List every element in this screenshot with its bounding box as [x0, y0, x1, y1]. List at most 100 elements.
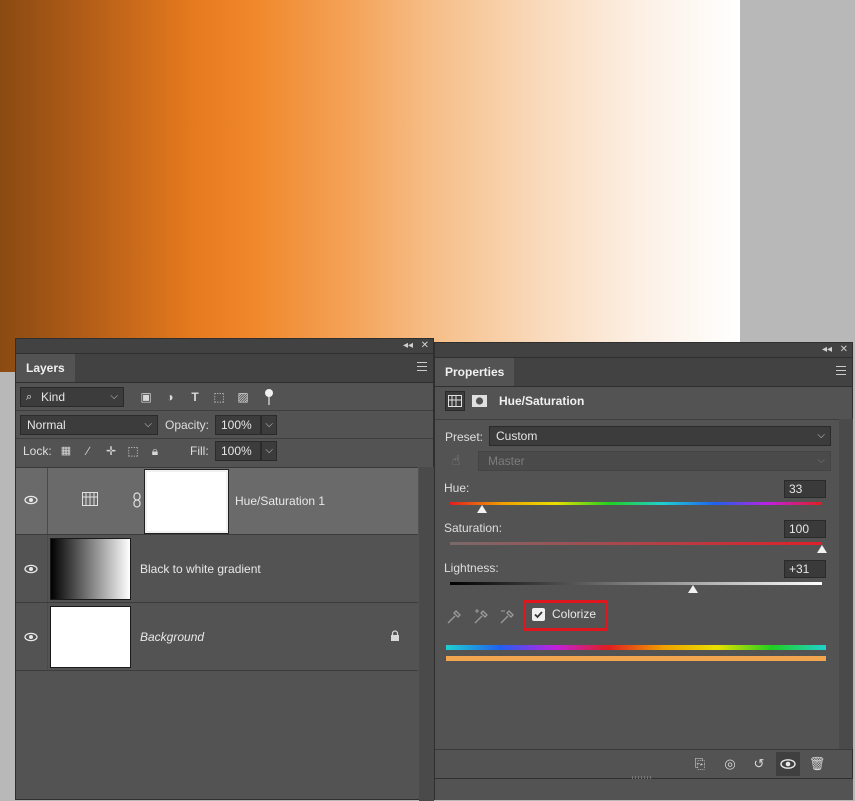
chevron-down-icon: ⌵ — [110, 391, 118, 402]
colorize-label[interactable]: Colorize — [552, 607, 596, 621]
lock-icon — [390, 630, 400, 642]
properties-tabrow: Properties — [435, 358, 852, 387]
mask-icon — [472, 395, 487, 407]
lightness-value: +31 — [789, 562, 810, 576]
hue-value: 33 — [789, 482, 803, 496]
eyedropper-icon[interactable] — [445, 608, 463, 626]
eye-icon[interactable] — [24, 630, 38, 644]
document-canvas[interactable] — [0, 0, 740, 372]
targeted-adjustment-hand-icon[interactable]: ☝︎ — [447, 451, 465, 469]
adjustment-filter-icon[interactable]: ◑ — [162, 389, 178, 405]
channel-value: Master — [488, 454, 525, 468]
filter-toggle-stem — [268, 397, 270, 405]
divider — [16, 410, 433, 411]
layer-row-background[interactable]: Background — [16, 603, 418, 671]
smart-object-filter-icon[interactable]: ▨ — [235, 389, 251, 405]
layer-row-hue-saturation[interactable]: Hue/Saturation 1 — [16, 468, 418, 535]
opacity-input[interactable]: 100% — [215, 415, 261, 435]
fill-value: 100% — [221, 444, 252, 458]
panel-menu-icon[interactable] — [417, 362, 427, 371]
collapse-icon[interactable]: ◂◂ — [822, 343, 832, 357]
panel-menu-icon[interactable] — [836, 366, 846, 375]
layers-titlebar: ◂◂ ✕ — [16, 339, 433, 354]
opacity-value: 100% — [221, 418, 252, 432]
gradient-layer-thumbnail[interactable] — [50, 538, 131, 600]
close-icon[interactable]: ✕ — [421, 339, 429, 353]
image-filter-icon[interactable]: ▣ — [138, 389, 154, 405]
filter-toggle-icon[interactable] — [265, 389, 273, 397]
preset-dropdown[interactable]: Custom ⌵ — [489, 426, 831, 446]
lightness-slider-handle[interactable] — [688, 585, 698, 593]
adjustment-title: Hue/Saturation — [499, 394, 585, 408]
type-filter-icon[interactable]: T — [187, 389, 203, 405]
properties-scroll-area[interactable] — [839, 419, 853, 749]
opacity-dropdown-button[interactable]: ⌵ — [261, 415, 277, 435]
fill-label: Fill: — [190, 444, 209, 458]
channel-dropdown[interactable]: Master ⌵ — [478, 451, 831, 471]
link-chain-icon[interactable] — [133, 492, 141, 508]
lightness-slider-track[interactable] — [450, 582, 822, 585]
blend-mode-dropdown[interactable]: Normal ⌵ — [20, 415, 158, 435]
input-color-bar — [446, 645, 826, 650]
layer-name[interactable]: Black to white gradient — [140, 562, 261, 576]
background-layer-thumbnail[interactable] — [50, 606, 131, 668]
reset-icon[interactable]: ↺ — [750, 756, 768, 772]
layer-name[interactable]: Hue/Saturation 1 — [235, 494, 325, 508]
hue-slider-track[interactable] — [450, 502, 822, 505]
chevron-down-icon: ⌵ — [817, 430, 825, 441]
layer-mask-thumbnail[interactable] — [144, 469, 229, 534]
lightness-input[interactable]: +31 — [784, 560, 826, 578]
chevron-down-icon: ⌵ — [265, 419, 273, 430]
saturation-label: Saturation: — [444, 521, 503, 535]
eyedropper-plus-icon[interactable] — [472, 608, 490, 626]
saturation-slider-handle[interactable] — [817, 545, 827, 553]
trash-icon[interactable]: 🗑︎ — [808, 756, 826, 772]
eye-icon — [780, 759, 796, 769]
layer-row-gradient[interactable]: Black to white gradient — [16, 535, 418, 603]
divider — [435, 419, 839, 420]
close-icon[interactable]: ✕ — [840, 343, 848, 357]
preset-value: Custom — [496, 429, 538, 443]
properties-panel-lower — [434, 779, 853, 800]
adjustment-icon — [448, 395, 462, 407]
layers-scroll-area[interactable] — [419, 467, 434, 801]
tab-layers[interactable]: Layers — [16, 354, 75, 382]
chevron-down-icon: ⌵ — [144, 419, 152, 430]
adjustment-mode-button[interactable] — [445, 391, 465, 411]
layer-name[interactable]: Background — [140, 630, 204, 644]
hue-input[interactable]: 33 — [784, 480, 826, 498]
lightness-label: Lightness: — [444, 561, 499, 575]
tab-properties[interactable]: Properties — [435, 358, 515, 386]
eye-icon[interactable] — [24, 562, 38, 576]
view-previous-state-icon[interactable]: ◎ — [721, 756, 739, 772]
lock-artboard-icon[interactable]: ⬚ — [125, 443, 141, 459]
eyedropper-minus-icon[interactable] — [498, 608, 516, 626]
saturation-input[interactable]: 100 — [784, 520, 826, 538]
hue-slider-handle[interactable] — [477, 505, 487, 513]
colorize-checkbox[interactable] — [532, 608, 545, 621]
mask-mode-button[interactable] — [471, 393, 489, 409]
saturation-slider-track[interactable] — [450, 542, 822, 545]
clip-to-layer-icon[interactable]: ⎘ — [691, 756, 709, 772]
eye-column-divider — [47, 535, 48, 602]
fill-input[interactable]: 100% — [215, 441, 261, 461]
adjustment-layer-icon — [82, 492, 98, 506]
opacity-label: Opacity: — [165, 418, 210, 432]
filter-kind-label: Kind — [41, 390, 66, 404]
properties-panel: ◂◂ ✕ Properties Hue/Saturation Preset: C… — [434, 342, 853, 779]
fill-dropdown-button[interactable]: ⌵ — [261, 441, 277, 461]
collapse-icon[interactable]: ◂◂ — [403, 339, 413, 353]
lock-position-move-icon[interactable]: ✛ — [103, 443, 119, 459]
eye-icon[interactable] — [24, 493, 38, 507]
layers-tabrow: Layers — [16, 354, 433, 383]
layer-list: Hue/Saturation 1 Black to white gradient… — [16, 467, 418, 674]
eye-column-divider — [47, 468, 48, 534]
lock-all-icon[interactable]: 🔒︎ — [147, 443, 163, 459]
shape-filter-icon[interactable]: ⬚ — [211, 389, 227, 405]
filter-kind-dropdown[interactable]: ⌕ Kind ⌵ — [20, 387, 124, 407]
properties-titlebar: ◂◂ ✕ — [435, 343, 852, 358]
lock-image-brush-icon[interactable]: ∕ — [80, 443, 96, 459]
visibility-toggle-button[interactable] — [776, 752, 800, 776]
lock-transparent-icon[interactable]: ▦ — [58, 443, 74, 459]
output-color-bar — [446, 656, 826, 661]
